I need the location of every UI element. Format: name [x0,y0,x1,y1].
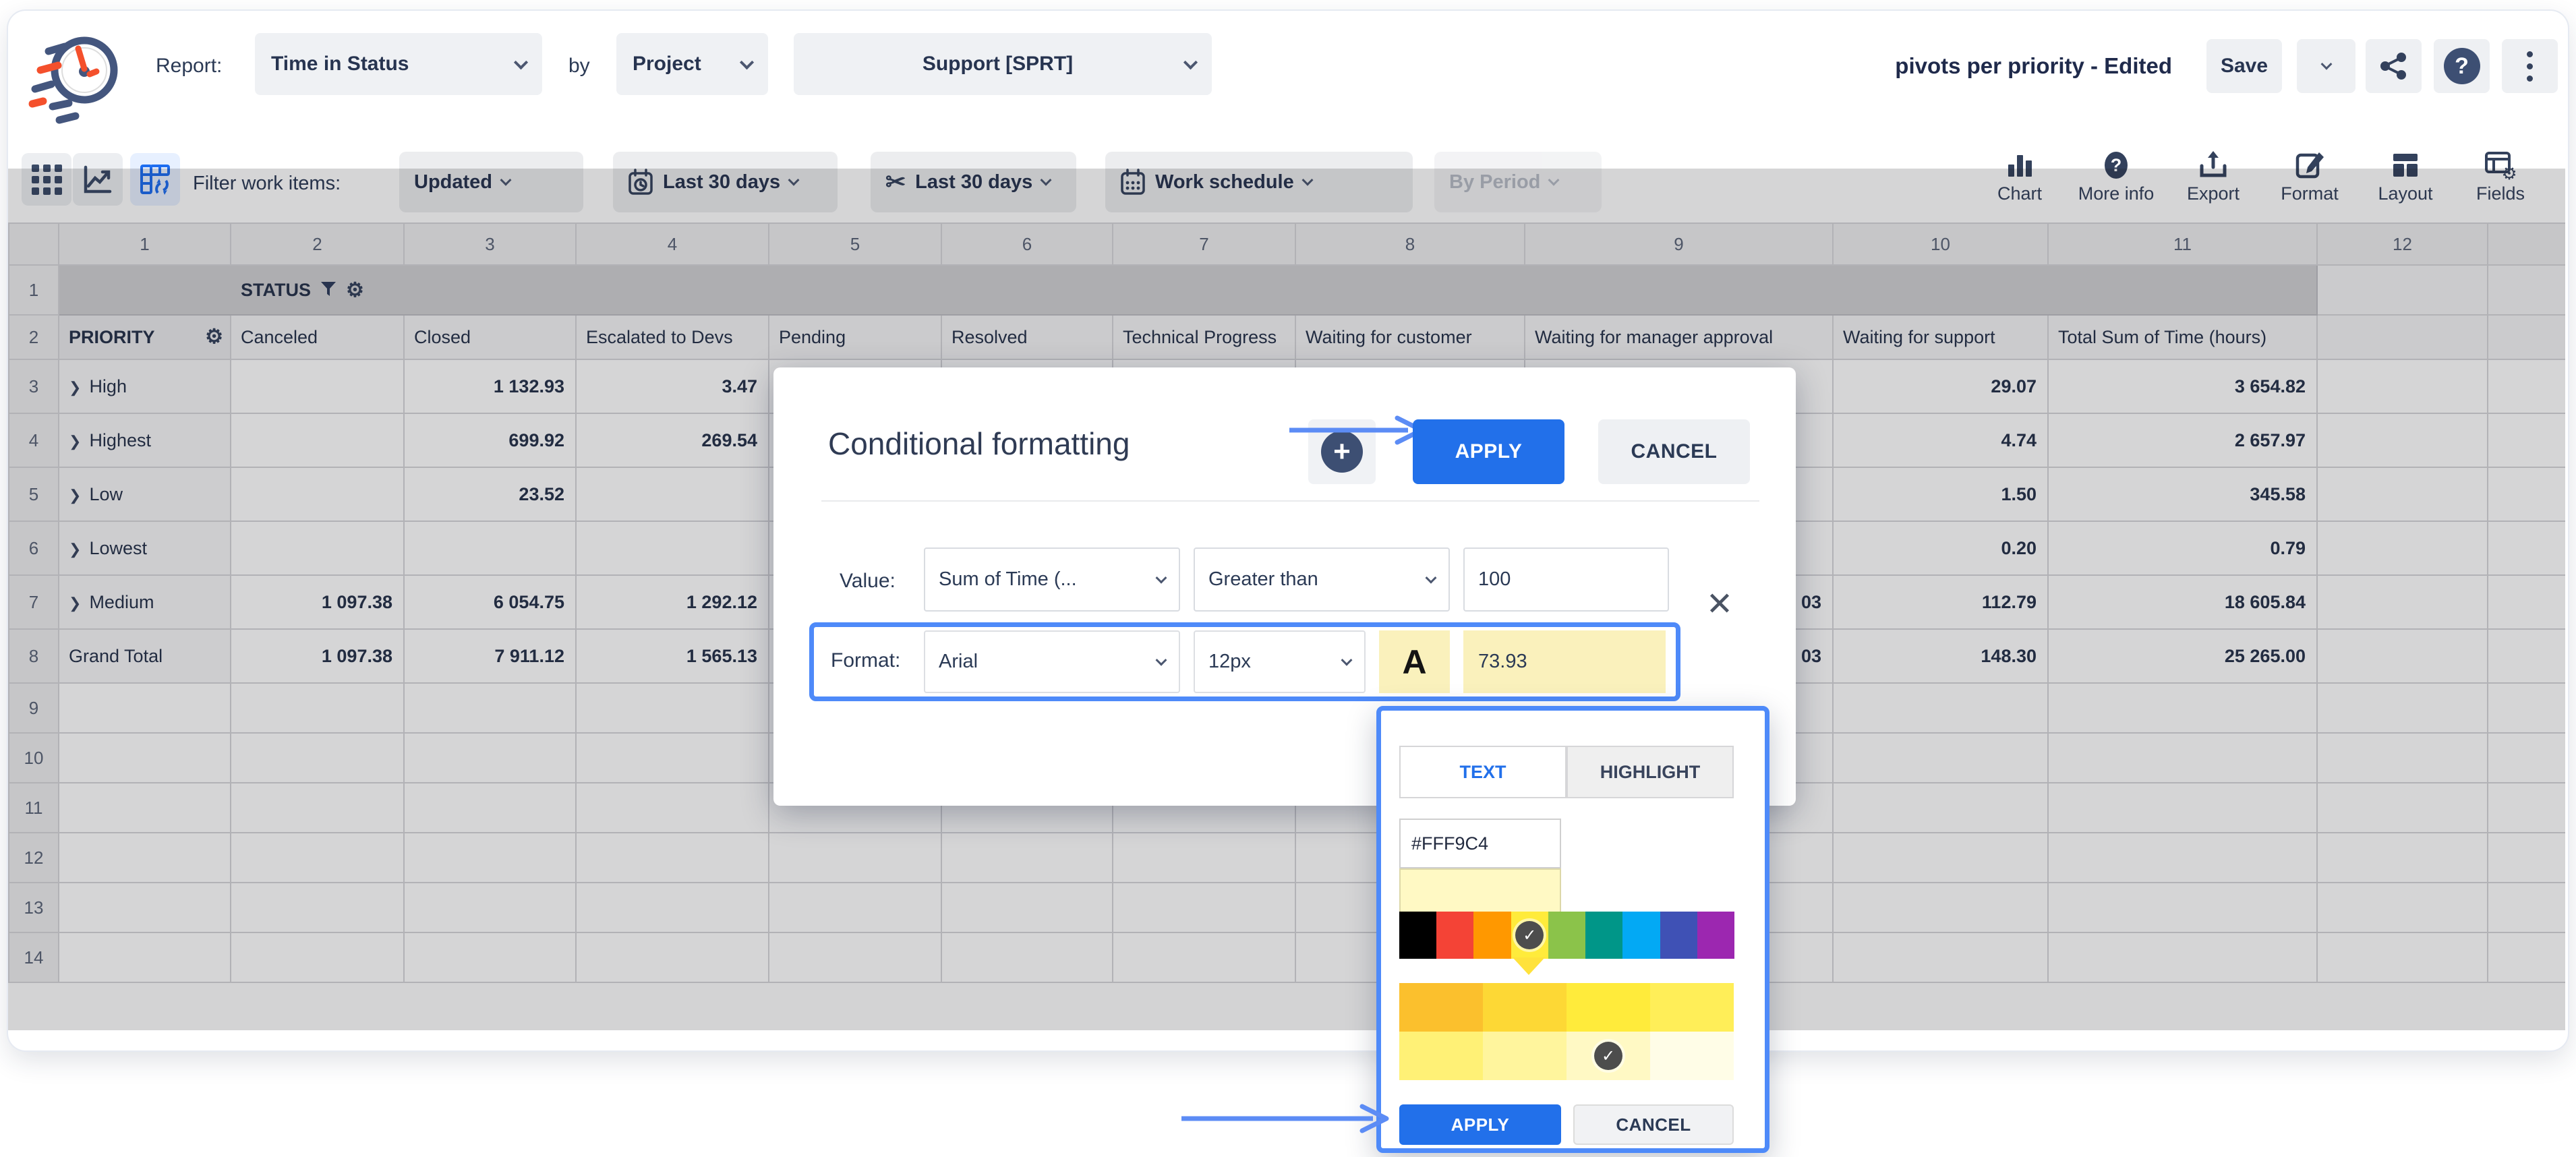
base-color-swatch[interactable] [1660,912,1697,959]
shade-color-swatch[interactable] [1650,1032,1734,1080]
shade-grid: ✓ [1399,983,1734,1080]
report-select[interactable]: Time in Status [255,33,542,95]
chevron-down-icon [2320,59,2332,70]
color-picker-popup: TEXT HIGHLIGHT #FFF9C4 ✓ ✓ APPLY CANCEL [1376,706,1769,1153]
shade-color-swatch[interactable] [1567,983,1650,1032]
group-by-value: Project [633,53,742,76]
report-label: Report: [156,39,222,93]
project-select[interactable]: Support [SPRT] [794,33,1212,95]
format-label: Format: [831,649,900,672]
text-color-button[interactable]: A [1379,630,1450,693]
base-color-swatch[interactable] [1622,912,1660,959]
threshold-value: 100 [1478,568,1511,591]
operator-text: Greater than [1208,568,1427,591]
tab-text[interactable]: TEXT [1399,746,1567,798]
project-select-value: Support [SPRT] [810,53,1185,76]
base-color-swatch[interactable] [1548,912,1585,959]
check-badge-icon: ✓ [1515,921,1544,949]
shade-color-swatch[interactable] [1399,983,1483,1032]
base-color-swatch[interactable] [1697,912,1734,959]
format-preview-cell: 73.93 [1463,630,1666,693]
save-button[interactable]: Save [2206,39,2282,93]
dialog-title: Conditional formatting [828,425,1130,462]
base-color-swatch[interactable] [1436,912,1473,959]
value-field-select[interactable]: Sum of Time (... [924,547,1180,612]
tutorial-arrow-apply [1289,415,1432,445]
tutorial-arrow-picker-apply [1181,1104,1397,1133]
threshold-input[interactable]: 100 [1463,547,1669,612]
shade-color-swatch[interactable] [1483,983,1567,1032]
report-select-value: Time in Status [271,53,516,76]
chevron-down-icon [1156,572,1167,583]
font-family-select[interactable]: Arial [924,630,1180,693]
font-family-value: Arial [939,651,1157,673]
check-badge-icon: ✓ [1594,1042,1622,1070]
help-button[interactable]: ? [2434,39,2490,93]
shade-color-swatch[interactable] [1483,1032,1567,1080]
chevron-down-icon [514,55,528,69]
chevron-down-icon [1183,55,1198,69]
value-field-text: Sum of Time (... [939,568,1157,591]
operator-select[interactable]: Greater than [1194,547,1450,612]
app-window: Report: Time in Status by Project Suppor… [8,11,2568,1050]
base-color-swatch[interactable]: ✓ [1511,912,1548,959]
chevron-down-icon [740,55,754,69]
value-label: Value: [840,570,896,593]
base-color-swatch[interactable] [1473,912,1511,959]
chevron-down-icon [1156,654,1167,665]
dialog-apply-button[interactable]: APPLY [1413,419,1564,484]
chevron-down-icon [1426,572,1437,583]
more-menu-button[interactable] [2502,39,2558,93]
remove-rule-button[interactable]: ✕ [1699,584,1740,624]
selected-swatch-pointer [1513,957,1545,975]
dialog-cancel-button[interactable]: CANCEL [1598,419,1750,484]
app-logo [20,18,128,125]
dialog-divider [821,500,1759,502]
base-color-swatch[interactable] [1399,912,1436,959]
chevron-down-icon [1341,654,1353,665]
by-label: by [568,39,590,93]
share-icon [2379,51,2409,81]
picker-cancel-button[interactable]: CANCEL [1573,1104,1734,1145]
picker-apply-button[interactable]: APPLY [1399,1104,1561,1145]
share-button[interactable] [2366,39,2422,93]
shade-color-swatch[interactable]: ✓ [1567,1032,1650,1080]
close-icon: ✕ [1706,585,1733,623]
kebab-menu-icon [2527,51,2533,82]
help-icon: ? [2444,48,2480,84]
report-title: pivots per priority - Edited [1633,39,2172,93]
hex-color-input[interactable]: #FFF9C4 [1399,819,1561,868]
shade-color-swatch[interactable] [1399,1032,1483,1080]
base-color-row: ✓ [1399,912,1734,959]
tab-highlight[interactable]: HIGHLIGHT [1567,746,1734,798]
font-size-value: 12px [1208,651,1343,673]
save-options-button[interactable] [2297,39,2355,93]
shade-color-swatch[interactable] [1650,983,1734,1032]
group-by-select[interactable]: Project [616,33,768,95]
font-size-select[interactable]: 12px [1194,630,1366,693]
format-rule-row: Format: Arial 12px A 73.93 [809,622,1680,701]
base-color-swatch[interactable] [1585,912,1622,959]
